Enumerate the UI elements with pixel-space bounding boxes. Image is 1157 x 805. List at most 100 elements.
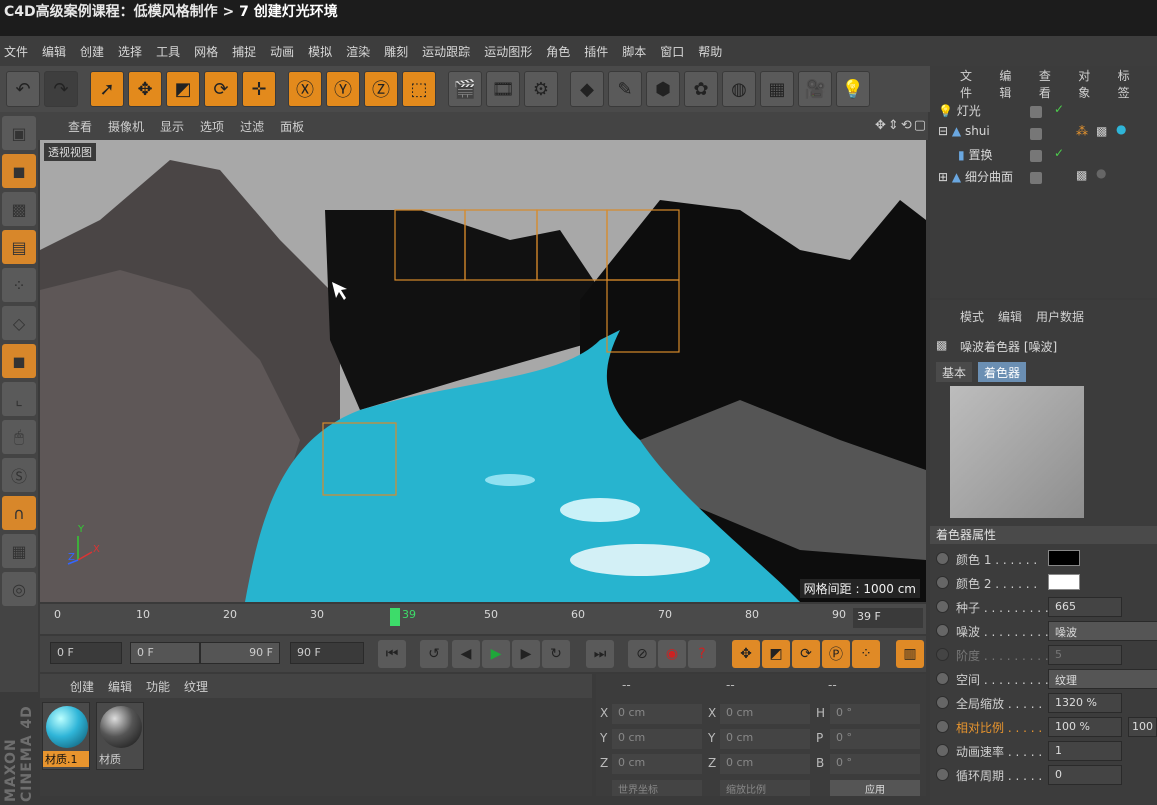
polygons-mode-icon[interactable]: ◼ [2,344,36,378]
menu-script[interactable]: 脚本 [622,43,646,60]
material-swatch[interactable]: 材质 [96,702,144,770]
next-frame-icon[interactable]: ▶ [512,640,540,668]
key-scale-icon[interactable]: ◩ [762,640,790,668]
animate-dot-icon[interactable] [936,624,949,637]
planar-workplane-icon[interactable]: ◎ [2,572,36,606]
transform-icon[interactable]: ✛ [242,71,276,107]
material-menu-edit[interactable]: 编辑 [108,678,132,695]
scale-icon[interactable]: ◩ [166,71,200,107]
material-menu-texture[interactable]: 纹理 [184,678,208,695]
size-x-field[interactable]: 0 cm [720,704,810,724]
workplane-mode-icon[interactable]: ▤ [2,230,36,264]
menu-help[interactable]: 帮助 [698,43,722,60]
previous-key-icon[interactable]: ↺ [420,640,448,668]
z-axis-lock-icon[interactable]: Ⓩ [364,71,398,107]
magnet-icon[interactable]: ∩ [2,496,36,530]
material-menu-create[interactable]: 创建 [70,678,94,695]
rotation-p-field[interactable]: 0 ° [830,729,920,749]
attribute-menu-mode[interactable]: 模式 [960,308,984,325]
timeline-ruler[interactable]: 0 10 20 30 39 50 60 70 80 90 39 F [40,604,926,634]
rotate-icon[interactable]: ⟳ [204,71,238,107]
menu-file[interactable]: 文件 [4,43,28,60]
position-z-field[interactable]: 0 cm [612,754,702,774]
layer-icon[interactable] [1030,172,1042,184]
viewport-menu-display[interactable]: 显示 [160,118,184,135]
play-icon[interactable]: ▶ [482,640,510,668]
space-select[interactable]: 纹理 [1048,669,1157,689]
enabled-check-icon[interactable]: ✓ [1054,102,1064,116]
size-z-field[interactable]: 0 cm [720,754,810,774]
cloner-icon[interactable]: ✿ [684,71,718,107]
apply-button[interactable]: 应用 [830,780,920,796]
range-start-field[interactable]: 0 F [130,642,200,664]
y-axis-lock-icon[interactable]: Ⓨ [326,71,360,107]
size-mode-select[interactable]: 缩放比例 [720,780,810,796]
menu-edit[interactable]: 编辑 [42,43,66,60]
octaves-field[interactable]: 5 [1048,645,1122,665]
animate-dot-icon[interactable] [936,648,949,661]
animate-dot-icon[interactable] [936,768,949,781]
viewport-menu-camera[interactable]: 摄像机 [108,118,144,135]
live-select-icon[interactable]: ➚ [90,71,124,107]
relative-scale-x-field[interactable]: 100 % [1048,717,1122,737]
menu-snap[interactable]: 捕捉 [232,43,256,60]
material-menu-function[interactable]: 功能 [146,678,170,695]
viewport-menu-options[interactable]: 选项 [200,118,224,135]
viewport-menu-filter[interactable]: 过滤 [240,118,264,135]
color-2-swatch[interactable] [1048,574,1080,590]
object-menu-edit[interactable]: 编辑 [999,67,1020,101]
material-swatch[interactable]: 材质.1 [42,702,90,770]
menu-create[interactable]: 创建 [80,43,104,60]
object-menu-view[interactable]: 查看 [1039,67,1060,101]
render-settings-icon[interactable]: ⚙ [524,71,558,107]
range-end-field[interactable]: 90 F [200,642,280,664]
object-menu-file[interactable]: 文件 [960,67,981,101]
autokey-icon[interactable]: ◉ [658,640,686,668]
subdivision-surface-icon[interactable]: ⬢ [646,71,680,107]
animate-dot-icon[interactable] [936,672,949,685]
cube-icon[interactable]: ◆ [570,71,604,107]
start-frame-field[interactable]: 0 F [50,642,122,664]
position-y-field[interactable]: 0 cm [612,729,702,749]
menu-window[interactable]: 窗口 [660,43,684,60]
position-x-field[interactable]: 0 cm [612,704,702,724]
attribute-menu-edit[interactable]: 编辑 [998,308,1022,325]
undo-icon[interactable]: ↶ [6,71,40,107]
expand-toggle-icon[interactable]: ⊞ [938,170,948,184]
timeline-playhead[interactable] [390,608,400,626]
menu-render[interactable]: 渲染 [346,43,370,60]
object-menu-objects[interactable]: 对象 [1078,67,1099,101]
viewport-menu-panel[interactable]: 面板 [280,118,304,135]
seed-field[interactable]: 665 [1048,597,1122,617]
render-picture-viewer-icon[interactable]: 🎞 [486,71,520,107]
next-key-icon[interactable]: ↻ [542,640,570,668]
viewport-menu-view[interactable]: 查看 [68,118,92,135]
layer-icon[interactable] [1030,106,1042,118]
tweak-mode-icon[interactable]: 🖱 [2,420,36,454]
animate-dot-icon[interactable] [936,744,949,757]
deformer-icon[interactable]: ◍ [722,71,756,107]
make-editable-icon[interactable]: ▣ [2,116,36,150]
menu-simulate[interactable]: 模拟 [308,43,332,60]
viewport-navigation-icons[interactable]: ✥⇕⟲▢ [875,118,928,133]
camera-icon[interactable]: 🎥 [798,71,832,107]
menu-animate[interactable]: 动画 [270,43,294,60]
enabled-check-icon[interactable]: ✓ [1054,146,1064,160]
render-view-icon[interactable]: 🎬 [448,71,482,107]
layer-icon[interactable] [1030,150,1042,162]
menu-mograph[interactable]: 运动图形 [484,43,532,60]
noise-type-select[interactable]: 噪波 [1048,621,1157,641]
texture-tag-icon[interactable]: ▩ [1096,124,1107,138]
redo-icon[interactable]: ↷ [44,71,78,107]
spline-pen-icon[interactable]: ✎ [608,71,642,107]
edges-mode-icon[interactable]: ◇ [2,306,36,340]
animate-dot-icon[interactable] [936,720,949,733]
size-y-field[interactable]: 0 cm [720,729,810,749]
object-menu-tags[interactable]: 标签 [1118,67,1139,101]
key-parameter-icon[interactable]: Ⓟ [822,640,850,668]
key-rotation-icon[interactable]: ⟳ [792,640,820,668]
menu-sculpt[interactable]: 雕刻 [384,43,408,60]
animate-dot-icon[interactable] [936,576,949,589]
tab-shader[interactable]: 着色器 [978,362,1027,382]
go-to-start-icon[interactable]: ⏮ [378,640,406,668]
